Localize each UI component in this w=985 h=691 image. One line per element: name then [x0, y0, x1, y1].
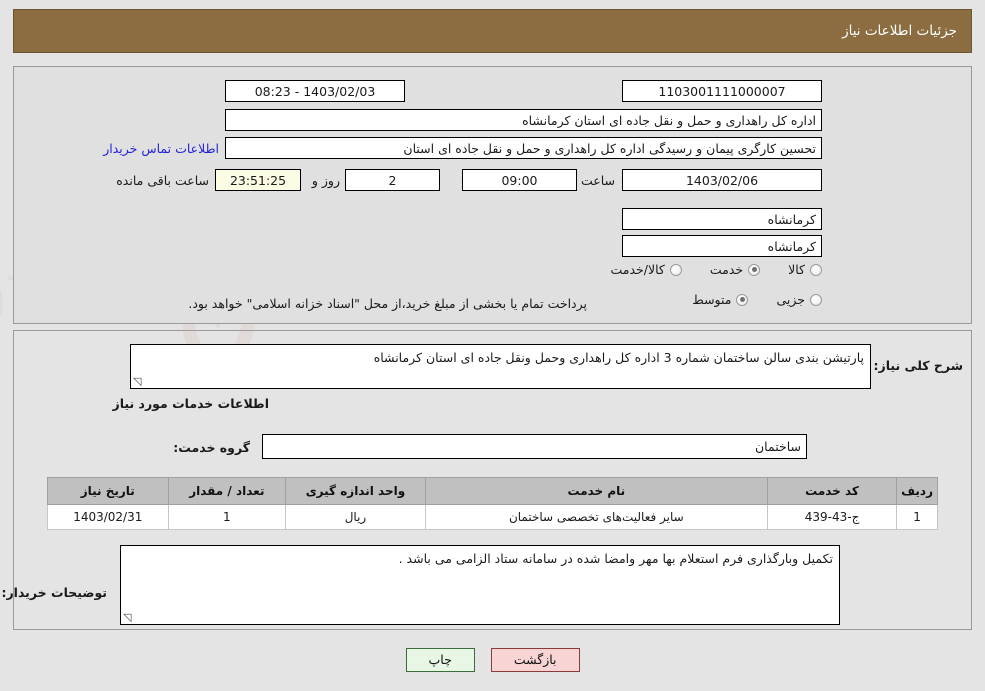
- deadline-date-field: 1403/02/06: [622, 169, 822, 191]
- days-label: روز و: [311, 173, 340, 188]
- category-option-label: کالا/خدمت: [610, 262, 665, 277]
- process-radio-motavaset[interactable]: متوسط: [692, 292, 749, 307]
- buyer-notes-value: تکمیل وبارگذاری فرم استعلام بها مهر وامض…: [398, 551, 833, 566]
- buyer-contact-link[interactable]: اطلاعات تماس خریدار: [103, 141, 219, 156]
- buyer-org-field: اداره کل راهداری و حمل و نقل جاده ای است…: [225, 109, 822, 131]
- radio-icon[interactable]: [748, 263, 761, 276]
- category-radio-kala-khedmat[interactable]: کالا/خدمت: [610, 262, 682, 277]
- page-root: AriaTender.net جزئیات اطلاعات نیاز شماره…: [0, 0, 985, 691]
- process-option-label: جزیی: [776, 292, 805, 307]
- requester-field: تحسین کارگری پیمان و رسیدگی اداره کل راه…: [225, 137, 822, 159]
- deadline-time-field: 09:00: [462, 169, 577, 191]
- general-desc-value: پارتیشن بندی سالن ساختمان شماره 3 اداره …: [373, 350, 864, 365]
- radio-icon[interactable]: [810, 293, 822, 306]
- province-field: کرمانشاه: [622, 208, 822, 230]
- payment-note: پرداخت تمام یا بخشی از مبلغ خرید،از محل …: [188, 296, 587, 311]
- remaining-hours-label: ساعت باقی مانده: [116, 173, 209, 188]
- hour-label: ساعت: [580, 173, 615, 188]
- category-option-label: کالا: [788, 262, 805, 277]
- process-radio-jozii[interactable]: جزیی: [776, 292, 822, 307]
- city-field: کرمانشاه: [622, 235, 822, 257]
- category-radio-kala[interactable]: کالا: [788, 262, 822, 277]
- category-option-label: خدمت: [709, 262, 744, 277]
- resize-handle-icon[interactable]: ◸: [133, 375, 143, 388]
- need-number-field: 1103001111000007: [622, 80, 822, 102]
- resize-handle-icon[interactable]: ◸: [123, 611, 133, 624]
- general-desc-textarea[interactable]: پارتیشن بندی سالن ساختمان شماره 3 اداره …: [130, 344, 871, 389]
- radio-icon[interactable]: [810, 263, 822, 276]
- remaining-days-field: 2: [345, 169, 440, 191]
- print-button[interactable]: چاپ: [405, 648, 475, 672]
- countdown-timer-field: 23:51:25: [215, 169, 301, 191]
- radio-icon[interactable]: [669, 263, 682, 276]
- radio-icon[interactable]: [736, 293, 749, 306]
- process-radio-group: جزیی متوسط: [692, 292, 822, 307]
- page-title: جزئیات اطلاعات نیاز: [842, 23, 957, 39]
- back-button[interactable]: بازگشت: [490, 648, 580, 672]
- page-title-bar: جزئیات اطلاعات نیاز: [13, 9, 972, 53]
- action-button-bar: بازگشت چاپ: [0, 648, 985, 672]
- need-info-panel: [13, 66, 972, 324]
- buyer-notes-textarea[interactable]: تکمیل وبارگذاری فرم استعلام بها مهر وامض…: [120, 545, 840, 625]
- announce-datetime-field: 1403/02/03 - 08:23: [225, 80, 405, 102]
- category-radio-group: کالا خدمت کالا/خدمت: [610, 262, 822, 277]
- service-group-field: ساختمان: [262, 434, 807, 459]
- category-radio-khedmat[interactable]: خدمت: [709, 262, 761, 277]
- process-option-label: متوسط: [692, 292, 732, 307]
